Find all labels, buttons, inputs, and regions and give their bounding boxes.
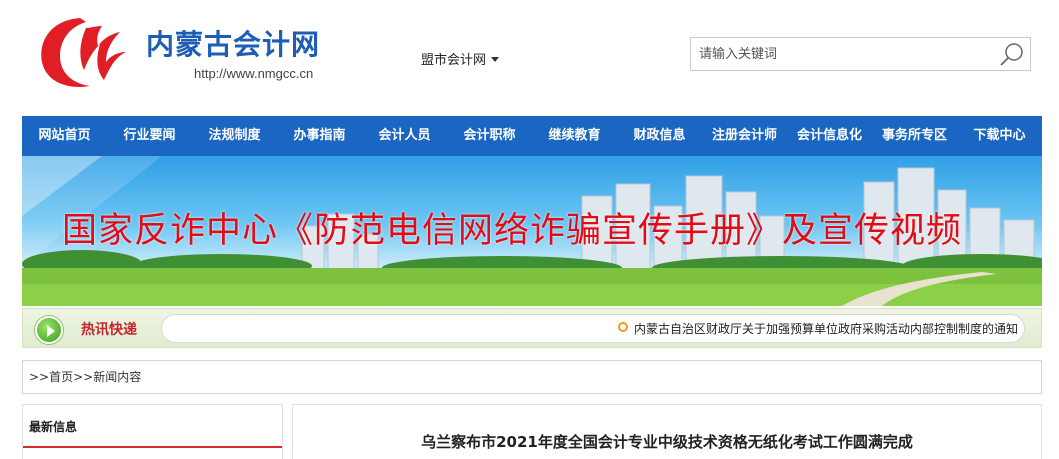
ticker-news-link[interactable]: 内蒙古自治区财政厅关于加强预算单位政府采购活动内部控制制度的通知 [618, 320, 1018, 337]
main-nav: 网站首页 行业要闻 法规制度 办事指南 会计人员 会计职称 继续教育 财政信息 … [22, 116, 1042, 156]
nav-item-continuing-education[interactable]: 继续教育 [532, 116, 617, 156]
site-logo-icon[interactable] [34, 12, 130, 92]
nav-item-cpa[interactable]: 注册会计师 [702, 116, 787, 156]
nav-item-titles[interactable]: 会计职称 [447, 116, 532, 156]
nav-item-regulations[interactable]: 法规制度 [192, 116, 277, 156]
article-title: 乌兰察布市2021年度全国会计专业中级技术资格无纸化考试工作圆满完成 [421, 433, 913, 451]
news-ticker: 热讯快递 内蒙古自治区财政厅关于加强预算单位政府采购活动内部控制制度的通知 [22, 308, 1042, 348]
sidebar-title: 最新信息 [29, 420, 78, 434]
breadcrumb-home-link[interactable]: 首页 [49, 370, 73, 384]
latest-info-panel: 最新信息 [22, 404, 283, 459]
city-site-dropdown[interactable]: 盟市会计网 [421, 49, 500, 68]
breadcrumb-separator: >> [73, 370, 94, 384]
page: 内蒙古会计网 http://www.nmgcc.cn 盟市会计网 网站首页 行业… [0, 0, 1059, 459]
nav-item-finance-info[interactable]: 财政信息 [617, 116, 702, 156]
ticker-label: 热讯快递 [81, 322, 137, 338]
banner-title: 国家反诈中心《防范电信网络诈骗宣传手册》及宣传视频 [62, 211, 963, 251]
article-panel: 乌兰察布市2021年度全国会计专业中级技术资格无纸化考试工作圆满完成 [292, 404, 1042, 459]
breadcrumb-prefix: >> [29, 370, 50, 384]
breadcrumb: >>首页>>新闻内容 [22, 360, 1042, 394]
search-box [690, 37, 1031, 71]
nav-item-downloads[interactable]: 下载中心 [957, 116, 1042, 156]
nav-item-accountants[interactable]: 会计人员 [362, 116, 447, 156]
nav-item-service-guide[interactable]: 办事指南 [277, 116, 362, 156]
city-dropdown-label: 盟市会计网 [421, 53, 487, 68]
search-icon[interactable] [998, 41, 1026, 67]
nav-item-industry-news[interactable]: 行业要闻 [107, 116, 192, 156]
banner[interactable]: 国家反诈中心《防范电信网络诈骗宣传手册》及宣传视频 [22, 156, 1042, 306]
site-url: http://www.nmgcc.cn [194, 66, 314, 81]
site-name[interactable]: 内蒙古会计网 [146, 28, 320, 62]
play-icon [35, 316, 63, 344]
ticker-track: 内蒙古自治区财政厅关于加强预算单位政府采购活动内部控制制度的通知 [161, 314, 1025, 343]
chevron-down-icon [491, 57, 500, 62]
sidebar-divider [23, 446, 282, 448]
nav-item-informatization[interactable]: 会计信息化 [787, 116, 872, 156]
nav-item-home[interactable]: 网站首页 [22, 116, 107, 156]
nav-item-firms[interactable]: 事务所专区 [872, 116, 957, 156]
search-input[interactable] [691, 38, 991, 70]
breadcrumb-current: 新闻内容 [93, 370, 142, 384]
